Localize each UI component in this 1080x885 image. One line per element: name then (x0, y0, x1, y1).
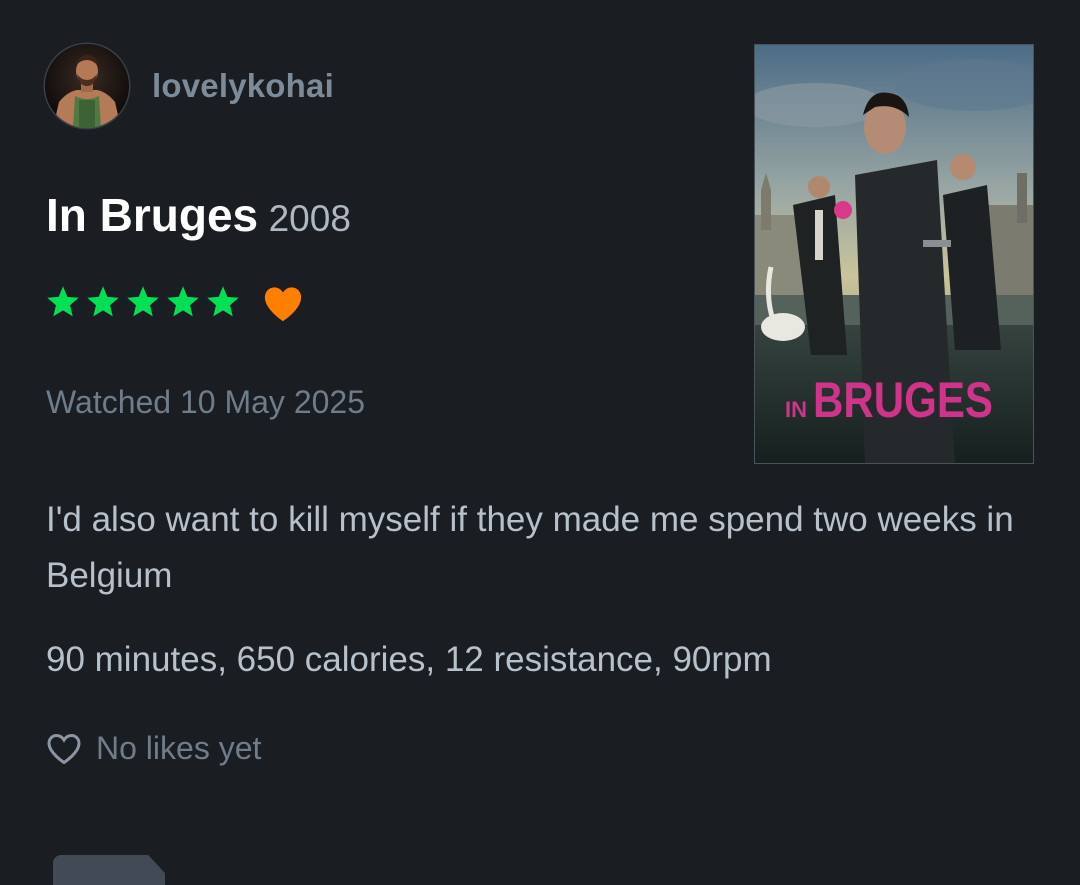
bottom-tab[interactable] (53, 855, 165, 885)
film-year[interactable]: 2008 (269, 198, 351, 239)
heart-outline-icon[interactable] (46, 732, 82, 766)
likes-count-text: No likes yet (96, 730, 262, 766)
username[interactable]: lovelykohai (152, 67, 334, 105)
star-icon (165, 284, 201, 320)
review-text: I'd also want to kill myself if they mad… (46, 500, 1014, 595)
star-icon (205, 284, 241, 320)
review-stats: 90 minutes, 650 calories, 12 resistance,… (46, 640, 772, 679)
poster-title-prefix: IN (785, 397, 807, 422)
star-rating (45, 284, 241, 320)
film-poster[interactable]: IN BRUGES (754, 44, 1034, 464)
poster-title-text: BRUGES (813, 372, 993, 428)
star-icon (85, 284, 121, 320)
film-title[interactable]: In Bruges (46, 189, 258, 241)
liked-heart-icon (262, 285, 304, 323)
user-avatar[interactable] (45, 44, 129, 128)
watched-date: Watched 10 May 2025 (46, 384, 365, 420)
film-heading: In Bruges 2008 (46, 188, 351, 242)
star-icon (125, 284, 161, 320)
likes-row[interactable]: No likes yet (46, 730, 261, 767)
star-icon (45, 284, 81, 320)
